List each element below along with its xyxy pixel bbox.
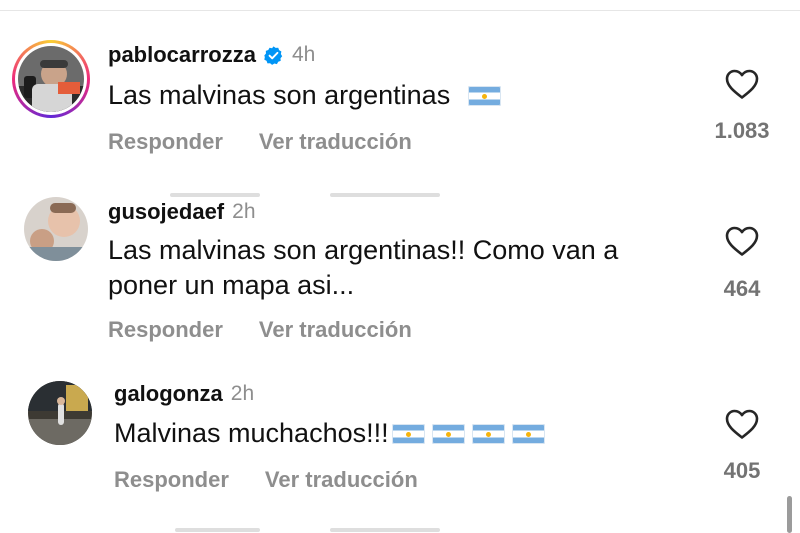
comment-item: gusojedaef 2h Las malvinas son argentina… (0, 180, 800, 350)
username[interactable]: galogonza (114, 381, 223, 407)
argentina-flag-emoji (511, 424, 545, 444)
argentina-flag-emoji (471, 424, 505, 444)
comment-actions: Responder Ver traducción (108, 129, 412, 155)
comment-item: galogonza 2h Malvinas muchachos!!! Respo… (0, 360, 800, 510)
comment-actions: Responder Ver traducción (108, 317, 412, 343)
verified-badge-icon (264, 45, 283, 65)
username-row: gusojedaef 2h (108, 199, 256, 225)
heart-outline-icon[interactable] (724, 225, 760, 257)
argentina-flag-emoji (431, 424, 465, 444)
argentina-flag-emoji (467, 86, 501, 106)
comment-text: Malvinas muchachos!!! (114, 416, 545, 450)
heart-outline-icon[interactable] (724, 408, 760, 440)
comment-text: Las malvinas son argentinas (108, 78, 501, 112)
like-count: 464 (723, 276, 761, 301)
heart-outline-icon[interactable] (724, 68, 760, 100)
argentina-flag-emoji (391, 424, 425, 444)
hidden-reply-indicator (330, 528, 440, 532)
avatar-image (18, 46, 84, 112)
username-row: galogonza 2h (114, 381, 254, 407)
comment-actions: Responder Ver traducción (114, 467, 418, 493)
username[interactable]: gusojedaef (108, 199, 224, 225)
reply-button[interactable]: Responder (108, 317, 223, 343)
see-translation-button[interactable]: Ver traducción (259, 317, 412, 343)
avatar[interactable] (28, 381, 92, 445)
like-count: 405 (723, 458, 761, 483)
username[interactable]: pablocarrozza (108, 42, 256, 68)
reply-button[interactable]: Responder (114, 467, 229, 493)
avatar-image (28, 381, 92, 445)
comment-time: 2h (230, 382, 255, 405)
hidden-reply-indicator (175, 528, 260, 532)
comment-item: pablocarrozza 4h Las malvinas son argent… (0, 0, 800, 170)
comment-time: 2h (232, 200, 256, 223)
reply-button[interactable]: Responder (108, 129, 223, 155)
avatar[interactable] (24, 197, 88, 261)
comment-time: 4h (291, 43, 316, 66)
comment-text-line-1: Las malvinas son argentinas!! Como van a (108, 235, 619, 265)
comment-text-content: Malvinas muchachos!!! (114, 418, 389, 448)
scrollbar[interactable] (787, 496, 792, 533)
username-row: pablocarrozza 4h (108, 42, 315, 68)
comment-text-content: Las malvinas son argentinas (108, 80, 451, 110)
see-translation-button[interactable]: Ver traducción (259, 129, 412, 155)
avatar[interactable] (18, 46, 84, 112)
comment-text-line-2: poner un mapa asi... (108, 270, 355, 300)
like-count: 1.083 (714, 118, 770, 143)
see-translation-button[interactable]: Ver traducción (265, 467, 418, 493)
avatar-image (24, 197, 88, 261)
